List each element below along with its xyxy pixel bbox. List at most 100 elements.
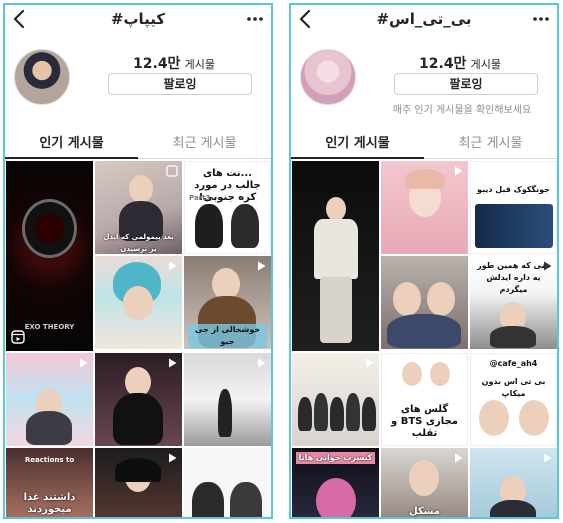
post-grid: EXO THEORY بعد پيمولمي كه ايدل بر ترسيدن… bbox=[6, 161, 271, 517]
person-figure bbox=[316, 478, 356, 517]
person-figure bbox=[230, 482, 262, 517]
post-tile[interactable] bbox=[95, 448, 182, 517]
person-figure bbox=[387, 314, 461, 348]
person-figure bbox=[362, 397, 376, 431]
post-count-value: 12.4만 bbox=[419, 56, 467, 72]
person-face bbox=[479, 400, 509, 436]
post-caption: Reactions to bbox=[24, 456, 75, 464]
right-hashtag-page: #بی_تی_اس 12.4만 게시물 팔로잉 매주 인기 게시물을 확인해보세… bbox=[289, 3, 559, 519]
post-tabs: 인기 게시물 최근 게시물 bbox=[291, 133, 557, 159]
more-options-icon[interactable] bbox=[245, 11, 265, 27]
person-face bbox=[430, 362, 450, 386]
post-caption: مشکل bbox=[408, 506, 441, 517]
post-tile[interactable] bbox=[292, 161, 379, 351]
person-figure bbox=[314, 219, 358, 279]
play-icon bbox=[363, 357, 375, 369]
reels-icon bbox=[11, 330, 25, 344]
person-face bbox=[402, 362, 422, 386]
person-figure bbox=[115, 458, 161, 482]
person-figure bbox=[475, 204, 553, 248]
post-tile[interactable]: @cafe_ah4 بی تی اس بدون میکاپ bbox=[470, 353, 557, 446]
post-caption: گلس های مجازی BTS و تقلب bbox=[391, 404, 458, 439]
person-figure bbox=[218, 389, 232, 437]
play-icon bbox=[77, 357, 89, 369]
back-icon[interactable] bbox=[9, 7, 31, 31]
play-icon bbox=[255, 260, 267, 272]
post-tile[interactable]: کنسرت جوانی هانا bbox=[292, 448, 379, 517]
person-figure bbox=[346, 393, 360, 431]
person-figure bbox=[192, 482, 224, 517]
person-figure bbox=[231, 204, 259, 248]
hashtag-avatar bbox=[14, 49, 70, 105]
tab-recent-posts[interactable]: 최근 게시물 bbox=[138, 133, 271, 155]
back-icon[interactable] bbox=[295, 7, 317, 31]
person-figure bbox=[298, 397, 312, 431]
top-bar: #کیپاپ bbox=[5, 5, 271, 35]
post-tile[interactable] bbox=[470, 448, 557, 517]
person-face bbox=[519, 400, 549, 436]
post-tile[interactable] bbox=[95, 256, 182, 349]
post-caption: Part3 bbox=[189, 194, 211, 202]
post-count-value: 12.4만 bbox=[133, 56, 181, 72]
post-tile[interactable]: مشکل bbox=[381, 448, 468, 517]
play-icon bbox=[166, 165, 178, 177]
hashtag-avatar bbox=[300, 49, 356, 105]
person-face bbox=[326, 197, 346, 221]
post-tile[interactable]: Reactions to داشتند غذا میخوردند bbox=[6, 448, 93, 517]
watch-graphic bbox=[22, 199, 77, 258]
post-tile[interactable]: جونگکوک قبل ديبو bbox=[470, 161, 557, 254]
person-face bbox=[393, 282, 421, 316]
play-icon bbox=[255, 357, 267, 369]
post-tile[interactable]: منی که همین طور یه داره ایدلش میگردم bbox=[470, 256, 557, 349]
play-icon bbox=[541, 452, 553, 464]
play-icon bbox=[452, 165, 464, 177]
hashtag-title: #کیپاپ bbox=[110, 10, 166, 28]
post-tabs: 인기 게시물 최근 게시물 bbox=[5, 133, 271, 159]
play-icon bbox=[452, 452, 464, 464]
post-tile[interactable] bbox=[184, 448, 271, 517]
play-icon bbox=[166, 260, 178, 272]
person-figure bbox=[490, 500, 536, 517]
post-tile[interactable] bbox=[6, 353, 93, 446]
post-tile[interactable]: گلس های مجازی BTS و تقلب bbox=[381, 353, 468, 446]
post-tile[interactable]: خوشحالی از جی جیو bbox=[184, 256, 271, 349]
post-caption: @cafe_ah4 bbox=[489, 359, 538, 368]
post-tile[interactable]: بعد پيمولمي كه ايدل بر ترسيدن bbox=[95, 161, 182, 254]
post-tile[interactable] bbox=[381, 256, 468, 349]
person-figure bbox=[490, 326, 536, 348]
person-figure bbox=[26, 411, 72, 445]
post-caption: کنسرت جوانی هانا bbox=[296, 452, 375, 464]
post-caption: بی تی اس بدون میکاپ bbox=[481, 377, 546, 398]
left-hashtag-page: #کیپاپ 12.4만 게시물 팔로잉 인기 게시물 최근 게시물 EXO T… bbox=[3, 3, 273, 519]
post-count: 12.4만 게시물 bbox=[371, 53, 549, 73]
hashtag-title: #بی_تی_اس bbox=[376, 10, 472, 28]
post-caption: بعد پيمولمي كه ايدل بر ترسيدن bbox=[103, 233, 174, 253]
tab-recent-posts[interactable]: 최근 게시물 bbox=[424, 133, 557, 155]
more-options-icon[interactable] bbox=[531, 11, 551, 27]
post-tile[interactable] bbox=[381, 161, 468, 254]
person-figure bbox=[330, 397, 344, 431]
weekly-top-posts-hint: 매주 인기 게시물을 확인해보세요 bbox=[392, 105, 532, 116]
post-tile[interactable] bbox=[95, 353, 182, 446]
post-tile[interactable] bbox=[184, 353, 271, 446]
tab-top-posts[interactable]: 인기 게시물 bbox=[5, 133, 138, 155]
post-tile[interactable]: EXO THEORY bbox=[6, 161, 93, 351]
following-button[interactable]: 팔로잉 bbox=[108, 73, 252, 95]
person-face bbox=[427, 282, 455, 316]
person-face bbox=[123, 286, 153, 320]
tab-top-posts[interactable]: 인기 게시물 bbox=[291, 133, 424, 155]
person-figure bbox=[113, 393, 163, 445]
tab-active-indicator bbox=[5, 157, 138, 159]
post-tile[interactable] bbox=[292, 353, 379, 446]
post-caption: جونگکوک قبل ديبو bbox=[477, 185, 550, 194]
play-icon bbox=[166, 357, 178, 369]
post-grid: جونگکوک قبل ديبو منی که همین طور یه داره… bbox=[292, 161, 557, 517]
person-face bbox=[409, 460, 439, 496]
following-button[interactable]: 팔로잉 bbox=[394, 73, 538, 95]
post-tile[interactable]: ...نت های جالب در مورد کره جنوبی! Part3 bbox=[184, 161, 271, 254]
person-figure bbox=[195, 204, 223, 248]
person-figure bbox=[405, 169, 445, 189]
post-count-label: 게시물 bbox=[470, 58, 501, 71]
person-figure bbox=[314, 393, 328, 431]
play-icon bbox=[166, 452, 178, 464]
